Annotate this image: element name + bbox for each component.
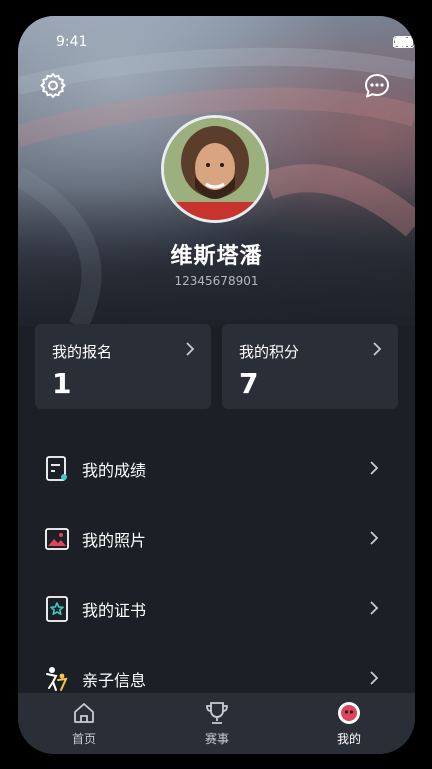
menu-item-label: 亲子信息 — [82, 671, 147, 690]
status-time: 9:41 — [56, 34, 88, 50]
points-card[interactable]: 我的积分 7 — [222, 324, 398, 409]
chevron-right-icon — [373, 342, 382, 356]
registration-count: 1 — [52, 367, 72, 400]
chevron-right-icon — [370, 601, 379, 615]
tab-label: 赛事 — [204, 732, 229, 746]
profile-phone: 12345678901 — [174, 274, 259, 288]
menu-item-scores[interactable]: 我的成绩 — [18, 444, 415, 494]
chat-bubble-icon — [365, 74, 389, 98]
message-button[interactable] — [363, 72, 393, 102]
chevron-right-icon — [370, 461, 379, 475]
chevron-right-icon — [370, 531, 379, 545]
battery-icon — [393, 36, 415, 48]
photo-icon — [45, 528, 69, 550]
trophy-icon — [206, 702, 228, 724]
settings-button[interactable] — [40, 72, 70, 102]
registration-card[interactable]: 我的报名 1 — [35, 324, 211, 409]
tab-profile[interactable]: 我的 — [309, 701, 389, 749]
avatar-portrait — [164, 118, 266, 220]
home-icon — [74, 703, 94, 723]
menu-item-certificates[interactable]: 我的证书 — [18, 584, 415, 634]
registration-label: 我的报名 — [52, 343, 113, 361]
menu-item-photos[interactable]: 我的照片 — [18, 514, 415, 564]
menu-item-label: 我的证书 — [82, 601, 147, 620]
tab-home[interactable]: 首页 — [44, 701, 124, 749]
avatar[interactable] — [161, 115, 269, 223]
tab-label: 我的 — [336, 732, 361, 746]
chevron-right-icon — [370, 671, 379, 685]
profile-name: 维斯塔潘 — [170, 244, 263, 269]
gear-icon — [40, 73, 66, 98]
status-bar: 9:41 — [18, 34, 415, 54]
tab-label: 首页 — [71, 732, 96, 746]
menu-item-label: 我的成绩 — [82, 461, 147, 480]
menu-item-label: 我的照片 — [82, 531, 147, 550]
tab-events[interactable]: 赛事 — [177, 701, 257, 749]
score-report-icon — [46, 456, 67, 481]
points-label: 我的积分 — [239, 343, 300, 361]
bottom-tab-bar: 首页 赛事 我的 — [18, 693, 415, 754]
parent-child-icon — [46, 667, 68, 691]
certificate-icon — [46, 596, 68, 622]
chevron-right-icon — [186, 342, 195, 356]
profile-header-background: 9:41 维斯塔潘 12345678901 — [18, 16, 415, 326]
points-count: 7 — [239, 367, 259, 400]
phone-screen: 9:41 维斯塔潘 12345678901 我的报名 1 我的积分 7 我的成绩… — [18, 16, 415, 754]
profile-icon — [338, 702, 360, 724]
